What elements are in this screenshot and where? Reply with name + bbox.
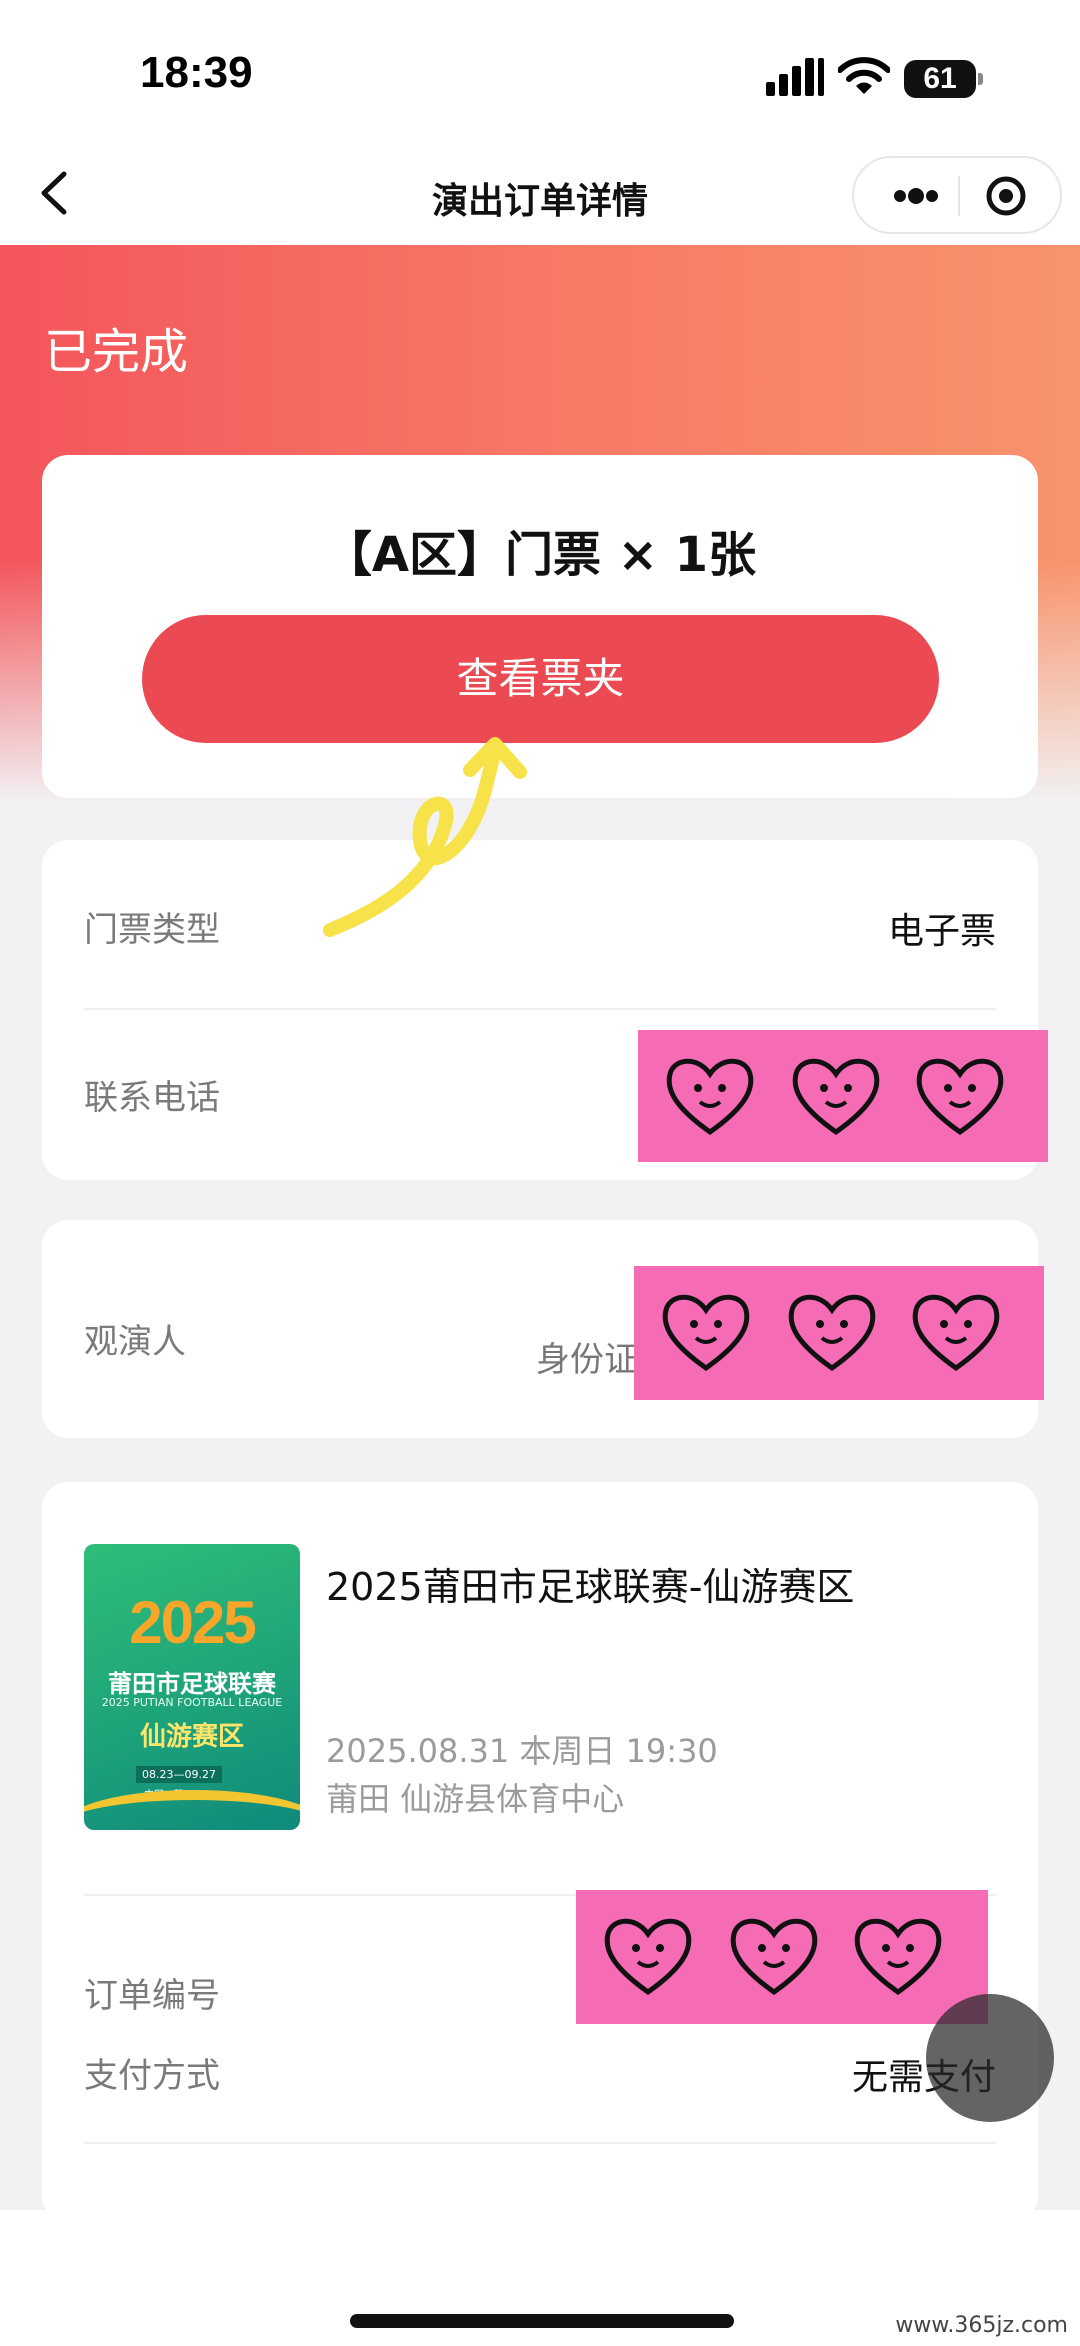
viewer-id-type: 身份证 xyxy=(536,1340,638,1380)
event-time: 2025.08.31 本周日 19:30 xyxy=(326,1732,718,1770)
cellular-signal-icon xyxy=(766,58,824,96)
heart-face-icon xyxy=(662,1294,750,1372)
heart-face-icon xyxy=(792,1058,880,1136)
heart-face-icon xyxy=(730,1918,818,1996)
battery-indicator: 61 xyxy=(904,60,983,98)
payment-method-label: 支付方式 xyxy=(84,2056,220,2096)
heart-face-icon xyxy=(604,1918,692,1996)
row-divider xyxy=(84,1008,996,1010)
heart-face-icon xyxy=(916,1058,1004,1136)
status-time: 18:39 xyxy=(140,48,253,97)
close-mini-program-icon[interactable] xyxy=(966,166,1046,226)
arrow-doodle-icon xyxy=(323,737,527,937)
privacy-sticker xyxy=(634,1266,1044,1400)
view-ticket-wallet-button[interactable]: 查看票夹 xyxy=(142,615,939,743)
heart-face-icon xyxy=(912,1294,1000,1372)
heart-face-icon xyxy=(854,1918,942,1996)
event-card: 2025 莆田市足球联赛 2025 PUTIAN FOOTBALL LEAGUE… xyxy=(42,1482,1038,2222)
event-poster[interactable]: 2025 莆田市足球联赛 2025 PUTIAN FOOTBALL LEAGUE… xyxy=(84,1544,300,1830)
mini-program-capsule xyxy=(852,156,1062,234)
heart-face-icon xyxy=(788,1294,876,1372)
phone-label: 联系电话 xyxy=(84,1078,220,1118)
privacy-sticker xyxy=(576,1890,988,2024)
home-indicator[interactable] xyxy=(350,2314,734,2328)
status-bar: 18:39 61 xyxy=(0,0,1080,150)
capsule-divider xyxy=(958,176,960,216)
more-options-icon[interactable] xyxy=(874,166,954,226)
ticket-summary: 【A区】门票 × 1张 xyxy=(323,527,757,583)
viewer-label: 观演人 xyxy=(84,1322,186,1362)
order-status-text: 已完成 xyxy=(44,324,189,380)
heart-face-icon xyxy=(666,1058,754,1136)
poster-division: 仙游赛区 xyxy=(139,1722,244,1752)
floating-action-button[interactable] xyxy=(926,1994,1054,2122)
poster-year: 2025 xyxy=(129,1589,256,1656)
home-bar: www.365jz.com xyxy=(0,2210,1080,2346)
poster-wave-decoration xyxy=(84,1790,300,1830)
poster-title: 莆田市足球联赛 xyxy=(108,1670,276,1698)
event-venue: 莆田 仙游县体育中心 xyxy=(326,1780,625,1818)
ticket-type-label: 门票类型 xyxy=(84,910,220,950)
row-divider xyxy=(84,2142,996,2144)
order-number-label: 订单编号 xyxy=(84,1976,220,2016)
wifi-icon xyxy=(838,57,890,94)
poster-dates: 08.23—09.27 xyxy=(136,1766,222,1783)
payment-method-row: 支付方式 无需支付 xyxy=(84,2028,996,2108)
privacy-sticker xyxy=(638,1030,1048,1162)
ticket-type-value: 电子票 xyxy=(887,911,996,952)
poster-subtitle: 2025 PUTIAN FOOTBALL LEAGUE xyxy=(101,1696,283,1709)
site-watermark: www.365jz.com xyxy=(895,2313,1068,2338)
event-title[interactable]: 2025莆田市足球联赛-仙游赛区 xyxy=(326,1556,854,1611)
nav-bar: 演出订单详情 xyxy=(0,150,1080,245)
